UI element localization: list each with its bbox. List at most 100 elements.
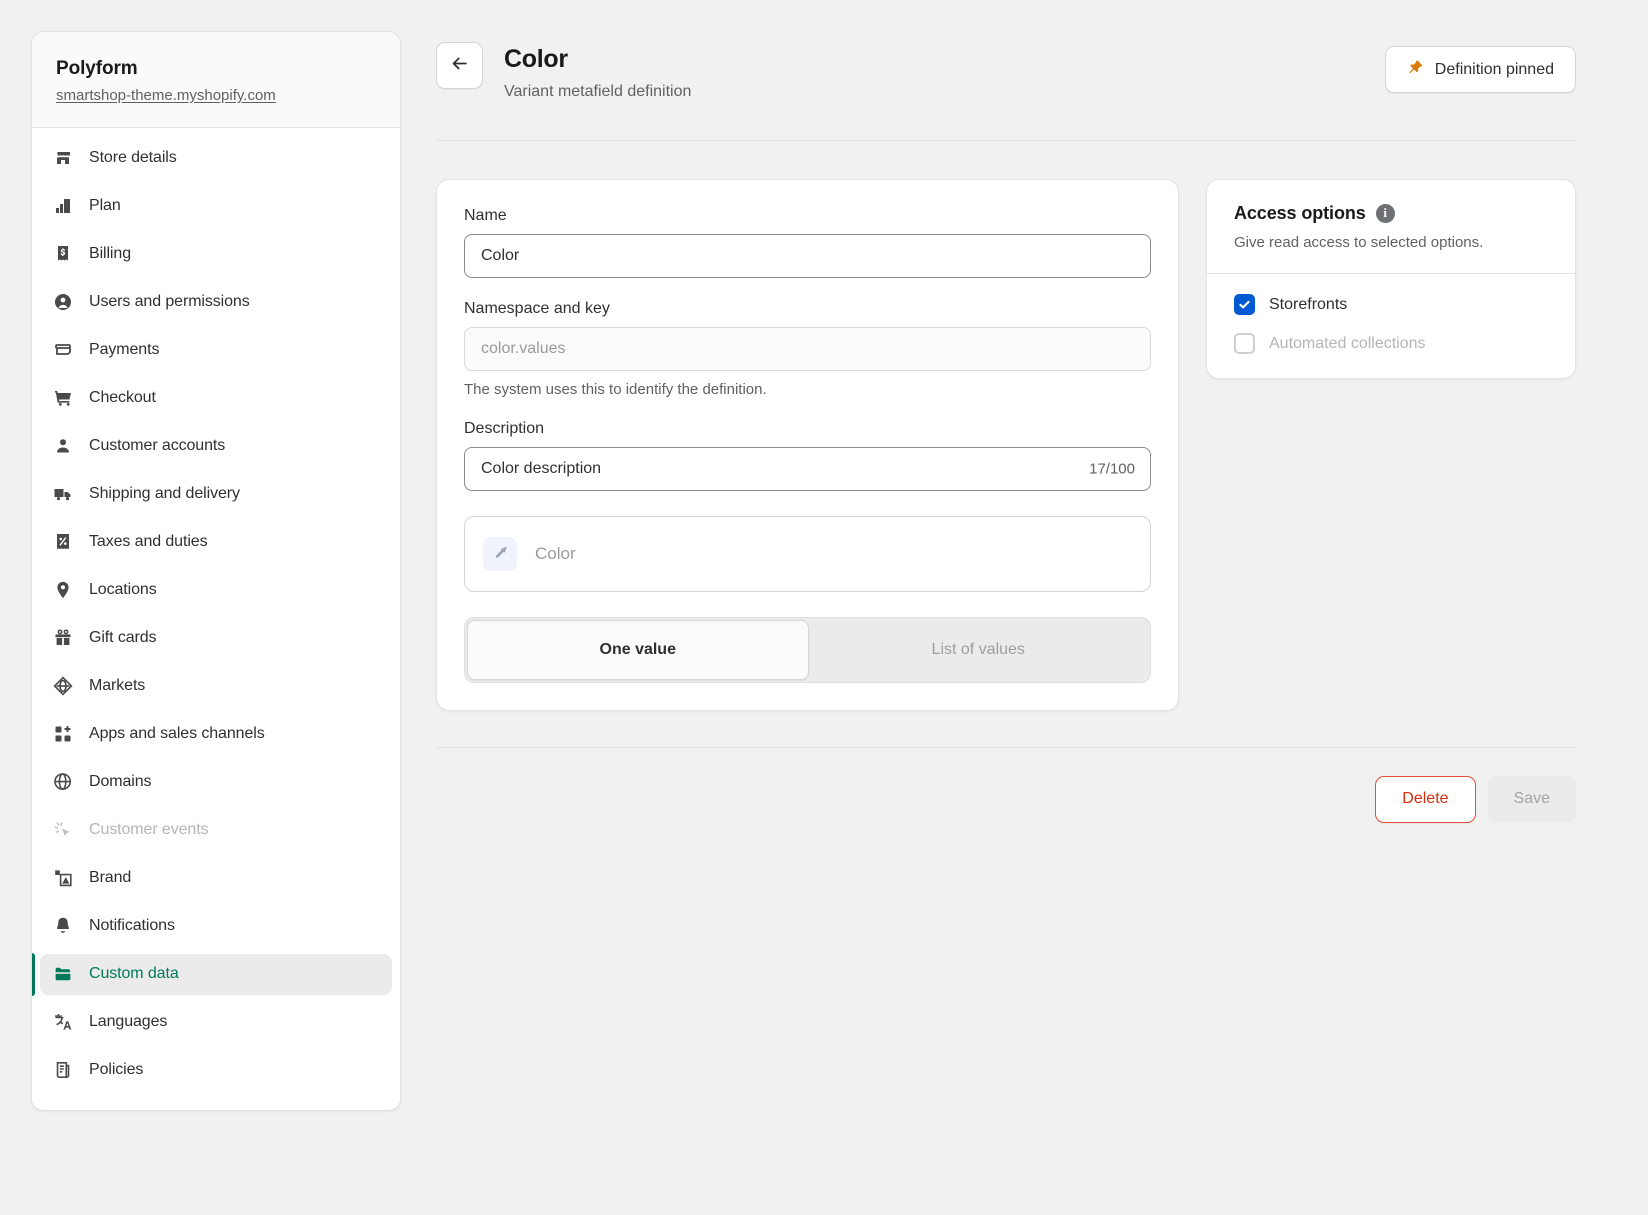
checkout-cart-icon (52, 387, 74, 409)
policies-icon (52, 1059, 74, 1081)
sidebar-item-label: Apps and sales channels (89, 725, 265, 743)
brand-image-icon (52, 867, 74, 889)
sidebar-item-label: Domains (89, 773, 152, 791)
notifications-bell-icon (52, 915, 74, 937)
color-picker-label: Color (535, 543, 576, 563)
segment-one-value[interactable]: One value (467, 619, 809, 680)
sidebar-item-label: Locations (89, 581, 157, 599)
delete-button[interactable]: Delete (1375, 775, 1476, 823)
sidebar-item-languages[interactable]: Languages (40, 1002, 392, 1043)
sidebar-item-label: Plan (89, 197, 121, 215)
settings-sidebar: Polyform smartshop-theme.myshopify.com S… (31, 31, 401, 1111)
sidebar-item-label: Custom data (89, 965, 179, 983)
sidebar-item-gift-cards[interactable]: Gift cards (40, 618, 392, 659)
sidebar-item-policies[interactable]: Policies (40, 1050, 392, 1091)
customer-accounts-icon (52, 435, 74, 457)
save-button[interactable]: Save (1487, 775, 1576, 823)
storefronts-label: Storefronts (1269, 295, 1348, 313)
name-field-block: Name (464, 207, 1151, 278)
shop-name: Polyform (56, 58, 138, 79)
segment-one-value-label: One value (599, 640, 676, 658)
sidebar-item-label: Taxes and duties (89, 533, 208, 551)
sidebar-item-custom-data[interactable]: Custom data (32, 952, 392, 996)
sidebar-item-label: Customer events (89, 821, 209, 839)
checkbox-row-storefronts[interactable]: Storefronts (1234, 294, 1548, 315)
sidebar-item-checkout[interactable]: Checkout (40, 378, 392, 419)
sidebar-item-label: Checkout (89, 389, 156, 407)
definition-pinned-button[interactable]: Definition pinned (1384, 46, 1576, 93)
sidebar-item-payments[interactable]: Payments (40, 330, 392, 371)
sidebar-item-taxes-and-duties[interactable]: Taxes and duties (40, 522, 392, 563)
sidebar-item-store-details[interactable]: Store details (40, 138, 392, 179)
definition-form-card: Name Namespace and key The system uses t… (436, 178, 1179, 711)
name-input[interactable] (464, 233, 1151, 278)
sidebar-item-label: Billing (89, 245, 131, 263)
access-options-title: Access options (1234, 202, 1366, 223)
page-title: Color (504, 45, 568, 73)
sidebar-item-label: Shipping and delivery (89, 485, 240, 503)
namespace-field-block: Namespace and key The system uses this t… (464, 300, 1151, 398)
settings-page: Polyform smartshop-theme.myshopify.com S… (0, 0, 1648, 1215)
access-options-card: Access options i Give read access to sel… (1206, 178, 1576, 379)
info-icon[interactable]: i (1375, 203, 1395, 223)
access-options-body: Storefronts Automated collections (1207, 274, 1575, 378)
back-button[interactable] (436, 42, 483, 89)
eyedropper-icon (483, 536, 517, 571)
access-options-header: Access options i Give read access to sel… (1207, 180, 1575, 273)
plan-icon (52, 195, 74, 217)
segment-list-of-values-label: List of values (931, 640, 1025, 658)
sidebar-item-locations[interactable]: Locations (40, 570, 392, 611)
access-options-title-row: Access options i (1234, 203, 1548, 224)
sidebar-item-label: Brand (89, 869, 132, 887)
store-icon (52, 147, 74, 169)
sidebar-item-label: Policies (89, 1061, 144, 1079)
sidebar-item-label: Users and permissions (89, 293, 250, 311)
location-pin-icon (52, 579, 74, 601)
shipping-truck-icon (52, 483, 74, 505)
sidebar-item-label: Payments (89, 341, 160, 359)
sidebar-item-domains[interactable]: Domains (40, 762, 392, 803)
sidebar-item-label: Gift cards (89, 629, 157, 647)
apps-plus-icon (52, 723, 74, 745)
sidebar-item-billing[interactable]: Billing (40, 234, 392, 275)
color-picker-row[interactable]: Color (464, 515, 1151, 592)
description-field-block: Description 17/100 (464, 420, 1151, 491)
taxes-percent-icon (52, 531, 74, 553)
sidebar-item-customer-events[interactable]: Customer events (40, 810, 392, 851)
value-type-segmented-control: One value List of values (464, 616, 1151, 683)
sidebar-item-apps-and-sales-channels[interactable]: Apps and sales channels (40, 714, 392, 755)
sidebar-item-label: Notifications (89, 917, 175, 935)
description-input[interactable] (464, 446, 1151, 491)
checkbox-row-automated-collections[interactable]: Automated collections (1234, 333, 1548, 354)
sidebar-item-brand[interactable]: Brand (40, 858, 392, 899)
namespace-help-text: The system uses this to identify the def… (464, 380, 767, 398)
segment-list-of-values[interactable]: List of values (809, 620, 1149, 680)
sidebar-item-label: Markets (89, 677, 146, 695)
sidebar-item-label: Languages (89, 1013, 168, 1031)
automated-collections-label: Automated collections (1269, 334, 1426, 352)
sidebar-item-label: Store details (89, 149, 177, 167)
sidebar-item-shipping-and-delivery[interactable]: Shipping and delivery (40, 474, 392, 515)
storefronts-checkbox[interactable] (1234, 294, 1255, 315)
page-header-text: Color Variant metafield definition (504, 42, 691, 101)
payments-icon (52, 339, 74, 361)
sidebar-item-users-and-permissions[interactable]: Users and permissions (40, 282, 392, 323)
access-options-subtitle: Give read access to selected options. (1234, 233, 1484, 251)
gift-card-icon (52, 627, 74, 649)
main-content: Color Variant metafield definition Defin… (401, 31, 1648, 823)
sidebar-item-customer-accounts[interactable]: Customer accounts (40, 426, 392, 467)
description-input-wrap: 17/100 (464, 446, 1151, 491)
page-subtitle: Variant metafield definition (504, 82, 692, 100)
billing-icon (52, 243, 74, 265)
users-icon (52, 291, 74, 313)
shop-url-link[interactable]: smartshop-theme.myshopify.com (56, 87, 276, 104)
sidebar-item-markets[interactable]: Markets (40, 666, 392, 707)
sidebar-item-plan[interactable]: Plan (40, 186, 392, 227)
footer-actions: Delete Save (436, 748, 1576, 823)
back-arrow-icon (449, 53, 470, 79)
pin-icon (1407, 59, 1424, 81)
sidebar-item-notifications[interactable]: Notifications (40, 906, 392, 947)
domains-globe-icon (52, 771, 74, 793)
sidebar-nav: Store details Plan Billing Users and per… (32, 128, 400, 1110)
automated-collections-checkbox[interactable] (1234, 333, 1255, 354)
